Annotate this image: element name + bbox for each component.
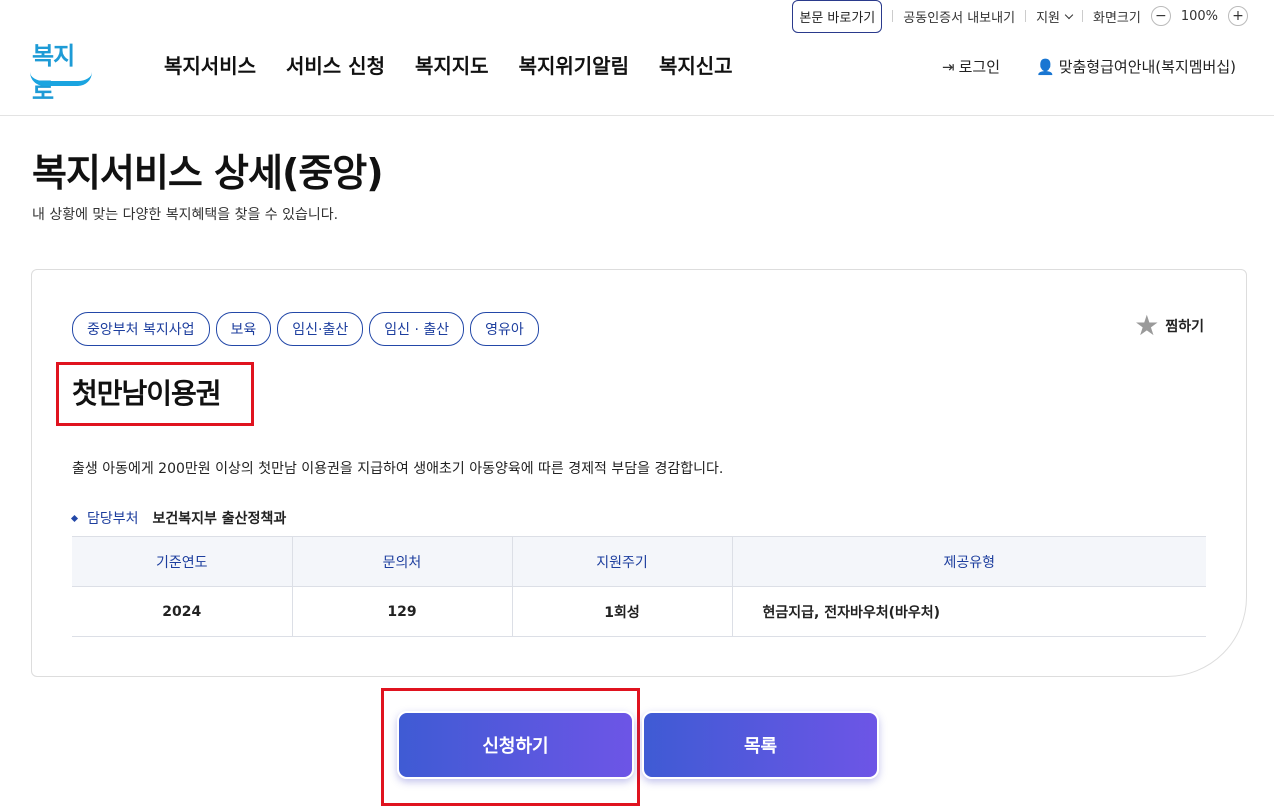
login-link[interactable]: ⇥ 로그인: [942, 56, 1000, 77]
login-icon: ⇥: [942, 57, 955, 76]
support-dropdown[interactable]: 지원: [1026, 7, 1082, 26]
table-cell: 2024: [72, 586, 293, 637]
nav-item-crisis-alert[interactable]: 복지위기알림: [519, 50, 629, 79]
zoom-in-button[interactable]: +: [1228, 6, 1248, 26]
table-cell: 현금지급, 전자바우처(바우처): [732, 586, 1206, 637]
support-label: 지원: [1036, 10, 1060, 26]
membership-label: 맞춤형급여안내(복지멤버십): [1058, 58, 1236, 76]
diamond-bullet-icon: [70, 514, 79, 522]
department-value: 보건복지부 출산정책과: [152, 511, 287, 527]
membership-link[interactable]: 👤 맞춤형급여안내(복지멤버십): [1036, 56, 1236, 77]
table-header-row: 기준연도 문의처 지원주기 제공유형: [72, 536, 1206, 587]
star-icon: ★: [1134, 309, 1160, 342]
column-header: 기준연도: [72, 536, 293, 587]
service-description: 출생 아동에게 200만원 이상의 첫만남 이용권을 지급하여 생애초기 아동양…: [72, 461, 724, 477]
logo[interactable]: 복지로: [30, 36, 94, 105]
service-info-table: 기준연도 문의처 지원주기 제공유형 2024 129 1회성 현금지급, 전자…: [72, 536, 1206, 637]
service-detail-card: 중앙부처 복지사업 보육 임신·출산 임신 · 출산 영유아 ★ 찜하기 첫만남…: [31, 269, 1247, 677]
table-cell: 129: [292, 586, 513, 637]
screen-size-control: 화면크기 − 100% +: [1083, 6, 1274, 26]
tag[interactable]: 중앙부처 복지사업: [72, 312, 210, 346]
zoom-level: 100%: [1180, 8, 1218, 24]
favorite-button[interactable]: ★ 찜하기: [1134, 312, 1204, 340]
tag[interactable]: 임신·출산: [277, 312, 364, 346]
login-label: 로그인: [958, 58, 1000, 76]
nav-item-welfare-service[interactable]: 복지서비스: [164, 50, 256, 79]
zoom-out-button[interactable]: −: [1150, 6, 1171, 26]
column-header: 제공유형: [732, 536, 1206, 587]
user-add-icon: 👤: [1036, 57, 1055, 76]
department-label: 담당부처: [87, 511, 139, 527]
utility-bar: 본문 바로가기 공동인증서 내보내기 지원 화면크기 − 100% +: [792, 0, 1274, 33]
nav-item-welfare-report[interactable]: 복지신고: [659, 50, 733, 79]
nav-item-service-apply[interactable]: 서비스 신청: [286, 50, 385, 79]
service-tags: 중앙부처 복지사업 보육 임신·출산 임신 · 출산 영유아: [72, 312, 539, 346]
chevron-down-icon: [1064, 10, 1074, 19]
column-header: 문의처: [292, 536, 513, 587]
list-button[interactable]: 목록: [642, 711, 879, 779]
skip-to-content-link[interactable]: 본문 바로가기: [792, 0, 883, 33]
logo-text: 복지로: [32, 42, 75, 105]
page-title: 복지서비스 상세(중앙): [32, 151, 384, 195]
tag[interactable]: 보육: [215, 312, 272, 346]
main-nav: 복지서비스 서비스 신청 복지지도 복지위기알림 복지신고: [164, 50, 733, 79]
department-info: 담당부처 보건복지부 출산정책과: [70, 508, 287, 528]
tag[interactable]: 영유아: [470, 312, 539, 346]
apply-button[interactable]: 신청하기: [397, 711, 634, 779]
logo-smile-icon: [30, 72, 92, 86]
column-header: 지원주기: [512, 536, 733, 587]
screen-size-label: 화면크기: [1092, 10, 1141, 26]
favorite-label: 찜하기: [1165, 319, 1204, 335]
cert-export-link[interactable]: 공동인증서 내보내기: [893, 7, 1025, 26]
table-cell: 1회성: [512, 586, 733, 637]
nav-item-welfare-map[interactable]: 복지지도: [415, 50, 489, 79]
header-actions: ⇥ 로그인 👤 맞춤형급여안내(복지멤버십): [942, 56, 1236, 77]
tag[interactable]: 임신 · 출산: [369, 312, 465, 346]
page-description: 내 상황에 맞는 다양한 복지혜택을 찾을 수 있습니다.: [32, 207, 339, 223]
service-title: 첫만남이용권: [72, 377, 222, 410]
table-row: 2024 129 1회성 현금지급, 전자바우처(바우처): [72, 586, 1206, 637]
